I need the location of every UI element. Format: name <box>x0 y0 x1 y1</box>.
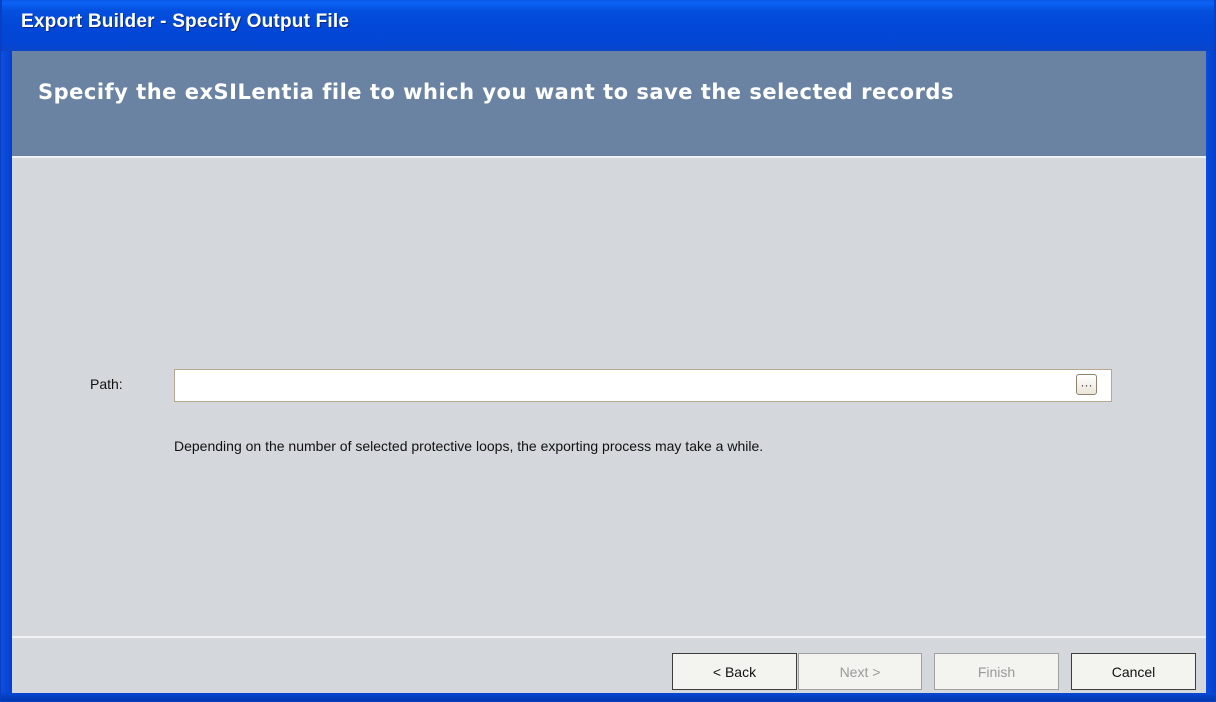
wizard-header: Specify the exSILentia file to which you… <box>12 51 1206 156</box>
export-builder-window: Export Builder - Specify Output File Spe… <box>0 0 1216 702</box>
window-border-bottom <box>1 693 1215 701</box>
path-label: Path: <box>90 376 123 392</box>
finish-button[interactable]: Finish <box>934 653 1059 690</box>
title-bar[interactable]: Export Builder - Specify Output File <box>1 0 1215 51</box>
cancel-button[interactable]: Cancel <box>1071 653 1196 690</box>
back-button[interactable]: < Back <box>672 653 797 690</box>
browse-button[interactable]: ··· <box>1076 374 1097 395</box>
export-duration-note: Depending on the number of selected prot… <box>174 438 764 454</box>
path-input[interactable] <box>174 369 1112 402</box>
wizard-content: Path: ··· Depending on the number of sel… <box>12 158 1206 636</box>
wizard-footer: < Back Next > Finish Cancel <box>12 638 1206 693</box>
next-button[interactable]: Next > <box>798 653 922 690</box>
window-title: Export Builder - Specify Output File <box>21 11 350 32</box>
wizard-instruction: Specify the exSILentia file to which you… <box>38 80 954 104</box>
window-border-left <box>1 51 12 701</box>
ellipsis-icon: ··· <box>1080 377 1093 392</box>
